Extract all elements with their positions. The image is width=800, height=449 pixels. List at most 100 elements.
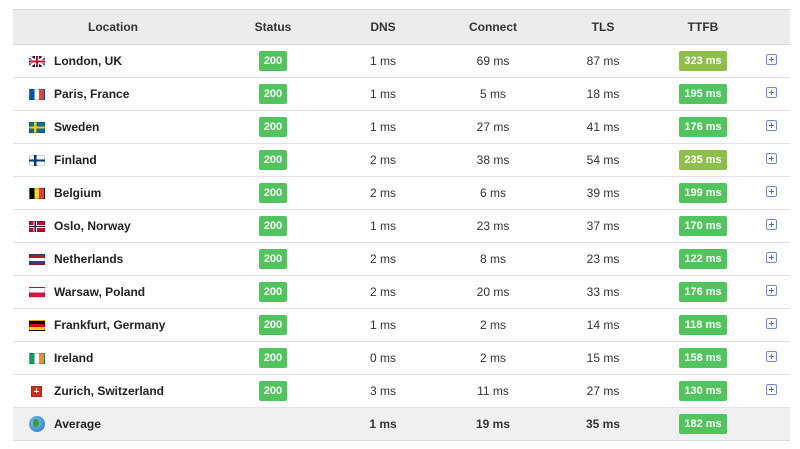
connect-cell: 27 ms	[433, 110, 553, 144]
expand-plus-icon[interactable]	[766, 54, 777, 65]
status-badge: 200	[258, 51, 288, 71]
tls-cell: 27 ms	[553, 374, 653, 408]
sweden-flag-icon	[29, 121, 45, 133]
location-label: Finland	[54, 153, 97, 167]
status-badge: 200	[258, 216, 288, 236]
expand-plus-icon[interactable]	[766, 87, 777, 98]
ttfb-cell: 170 ms	[653, 209, 753, 243]
connect-cell: 11 ms	[433, 374, 553, 408]
average-tls-cell: 35 ms	[553, 407, 653, 441]
expand-cell	[753, 209, 790, 243]
ttfb-badge: 170 ms	[679, 216, 727, 236]
status-cell: 200	[213, 110, 333, 144]
ttfb-cell: 323 ms	[653, 44, 753, 78]
status-badge: 200	[258, 348, 288, 368]
expand-cell	[753, 308, 790, 342]
ttfb-badge: 158 ms	[679, 348, 727, 368]
location-label: Oslo, Norway	[54, 219, 131, 233]
table-row: Paris, France 200 1 ms 5 ms 18 ms 195 ms	[13, 77, 790, 111]
expand-cell	[753, 143, 790, 177]
status-badge: 200	[258, 150, 288, 170]
expand-cell	[753, 242, 790, 276]
expand-plus-icon[interactable]	[766, 120, 777, 131]
table-row: Sweden 200 1 ms 27 ms 41 ms 176 ms	[13, 110, 790, 144]
tls-cell: 87 ms	[553, 44, 653, 78]
expand-plus-icon[interactable]	[766, 351, 777, 362]
connect-cell: 20 ms	[433, 275, 553, 309]
performance-table: Location Status DNS Connect TLS TTFB Lon…	[13, 9, 790, 441]
location-cell: Ireland	[13, 341, 213, 375]
dns-cell: 3 ms	[333, 374, 433, 408]
status-cell: 200	[213, 143, 333, 177]
average-expand-cell	[753, 407, 790, 441]
table-row: Warsaw, Poland 200 2 ms 20 ms 33 ms 176 …	[13, 275, 790, 309]
norway-flag-icon	[29, 220, 45, 232]
location-cell: Frankfurt, Germany	[13, 308, 213, 342]
status-badge: 200	[258, 84, 288, 104]
table-row: Belgium 200 2 ms 6 ms 39 ms 199 ms	[13, 176, 790, 210]
tls-cell: 39 ms	[553, 176, 653, 210]
table-row: Oslo, Norway 200 1 ms 23 ms 37 ms 170 ms	[13, 209, 790, 243]
status-cell: 200	[213, 308, 333, 342]
table-body: London, UK 200 1 ms 69 ms 87 ms 323 ms P…	[13, 44, 790, 441]
connect-cell: 6 ms	[433, 176, 553, 210]
average-dns-cell: 1 ms	[333, 407, 433, 441]
ttfb-badge: 323 ms	[679, 51, 727, 71]
location-label: London, UK	[54, 54, 122, 68]
dns-cell: 1 ms	[333, 209, 433, 243]
location-label: Belgium	[54, 186, 102, 200]
expand-plus-icon[interactable]	[766, 285, 777, 296]
ttfb-badge: 195 ms	[679, 84, 727, 104]
average-location-cell: Average	[13, 407, 213, 441]
location-cell: Paris, France	[13, 77, 213, 111]
location-label: Frankfurt, Germany	[54, 318, 166, 332]
tls-cell: 15 ms	[553, 341, 653, 375]
ttfb-badge: 130 ms	[679, 381, 727, 401]
connect-cell: 2 ms	[433, 341, 553, 375]
ttfb-badge: 176 ms	[679, 117, 727, 137]
expand-cell	[753, 341, 790, 375]
ttfb-badge: 199 ms	[679, 183, 727, 203]
location-cell: Netherlands	[13, 242, 213, 276]
ttfb-badge: 176 ms	[679, 282, 727, 302]
average-label: Average	[54, 417, 101, 431]
header-status: Status	[213, 9, 333, 45]
expand-plus-icon[interactable]	[766, 252, 777, 263]
connect-cell: 23 ms	[433, 209, 553, 243]
dns-cell: 1 ms	[333, 77, 433, 111]
expand-cell	[753, 44, 790, 78]
ttfb-cell: 176 ms	[653, 275, 753, 309]
expand-plus-icon[interactable]	[766, 153, 777, 164]
table-header: Location Status DNS Connect TLS TTFB	[13, 9, 790, 45]
expand-plus-icon[interactable]	[766, 219, 777, 230]
expand-plus-icon[interactable]	[766, 186, 777, 197]
table-row: Finland 200 2 ms 38 ms 54 ms 235 ms	[13, 143, 790, 177]
header-tls: TLS	[553, 9, 653, 45]
average-status-cell	[213, 407, 333, 441]
table-row: Zurich, Switzerland 200 3 ms 11 ms 27 ms…	[13, 374, 790, 408]
dns-cell: 1 ms	[333, 44, 433, 78]
ttfb-cell: 199 ms	[653, 176, 753, 210]
ttfb-badge: 235 ms	[679, 150, 727, 170]
tls-cell: 37 ms	[553, 209, 653, 243]
status-badge: 200	[258, 183, 288, 203]
header-row: Location Status DNS Connect TLS TTFB	[13, 9, 790, 45]
status-cell: 200	[213, 44, 333, 78]
average-ttfb-badge: 182 ms	[679, 414, 727, 434]
expand-plus-icon[interactable]	[766, 384, 777, 395]
status-cell: 200	[213, 176, 333, 210]
location-label: Sweden	[54, 120, 100, 134]
dns-cell: 2 ms	[333, 242, 433, 276]
tls-cell: 14 ms	[553, 308, 653, 342]
belgium-flag-icon	[29, 187, 45, 199]
finland-flag-icon	[29, 154, 45, 166]
status-cell: 200	[213, 209, 333, 243]
location-cell: London, UK	[13, 44, 213, 78]
tls-cell: 54 ms	[553, 143, 653, 177]
ttfb-cell: 122 ms	[653, 242, 753, 276]
expand-plus-icon[interactable]	[766, 318, 777, 329]
connect-cell: 5 ms	[433, 77, 553, 111]
location-cell: Warsaw, Poland	[13, 275, 213, 309]
dns-cell: 2 ms	[333, 275, 433, 309]
germany-flag-icon	[29, 319, 45, 331]
